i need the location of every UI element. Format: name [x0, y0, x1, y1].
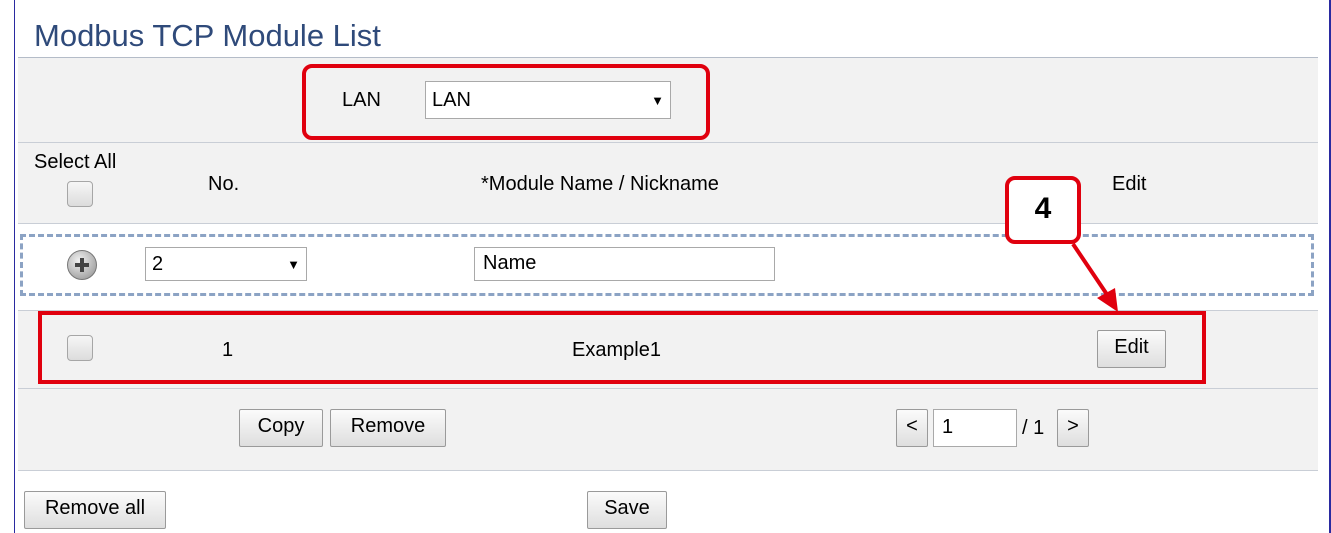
remove-button[interactable]: Remove	[330, 409, 446, 447]
actions-row	[18, 389, 1318, 471]
prev-page-button[interactable]: <	[896, 409, 928, 447]
page-number-input[interactable]: 1	[933, 409, 1017, 447]
page-total: / 1	[1022, 417, 1045, 439]
step-callout: 4	[1005, 176, 1081, 244]
save-button[interactable]: Save	[587, 491, 667, 529]
remove-all-button[interactable]: Remove all	[24, 491, 166, 529]
copy-button[interactable]: Copy	[239, 409, 323, 447]
next-page-button[interactable]: >	[1057, 409, 1089, 447]
